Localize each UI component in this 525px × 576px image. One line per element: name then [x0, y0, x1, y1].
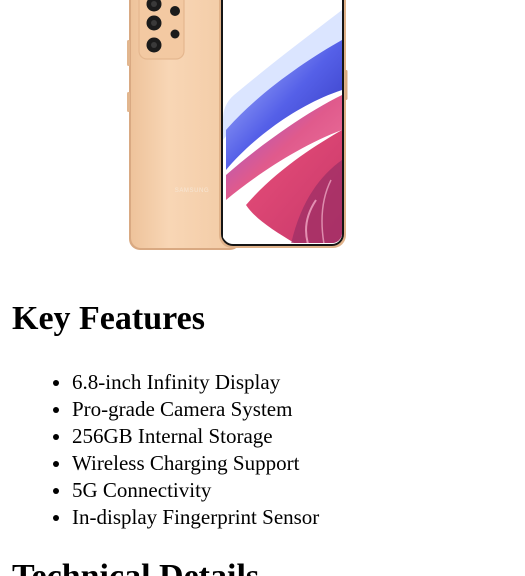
list-item: Wireless Charging Support	[72, 450, 319, 477]
product-image: SAMSUNG	[127, 0, 348, 250]
technical-details-title: Technical Details	[12, 557, 259, 576]
list-item: 5G Connectivity	[72, 477, 319, 504]
list-item: 256GB Internal Storage	[72, 423, 319, 450]
key-features-title: Key Features	[12, 300, 205, 337]
list-item: Pro-grade Camera System	[72, 396, 319, 423]
wallpaper	[223, 0, 342, 243]
list-item: In-display Fingerprint Sensor	[72, 504, 319, 531]
phone-front	[219, 0, 348, 248]
key-features-list: 6.8-inch Infinity Display Pro-grade Came…	[32, 369, 319, 531]
list-item: 6.8-inch Infinity Display	[72, 369, 319, 396]
brand-mark: SAMSUNG	[175, 188, 210, 194]
product-page: SAMSUNG Key Features 6.8-inch Infinity D…	[0, 0, 525, 576]
